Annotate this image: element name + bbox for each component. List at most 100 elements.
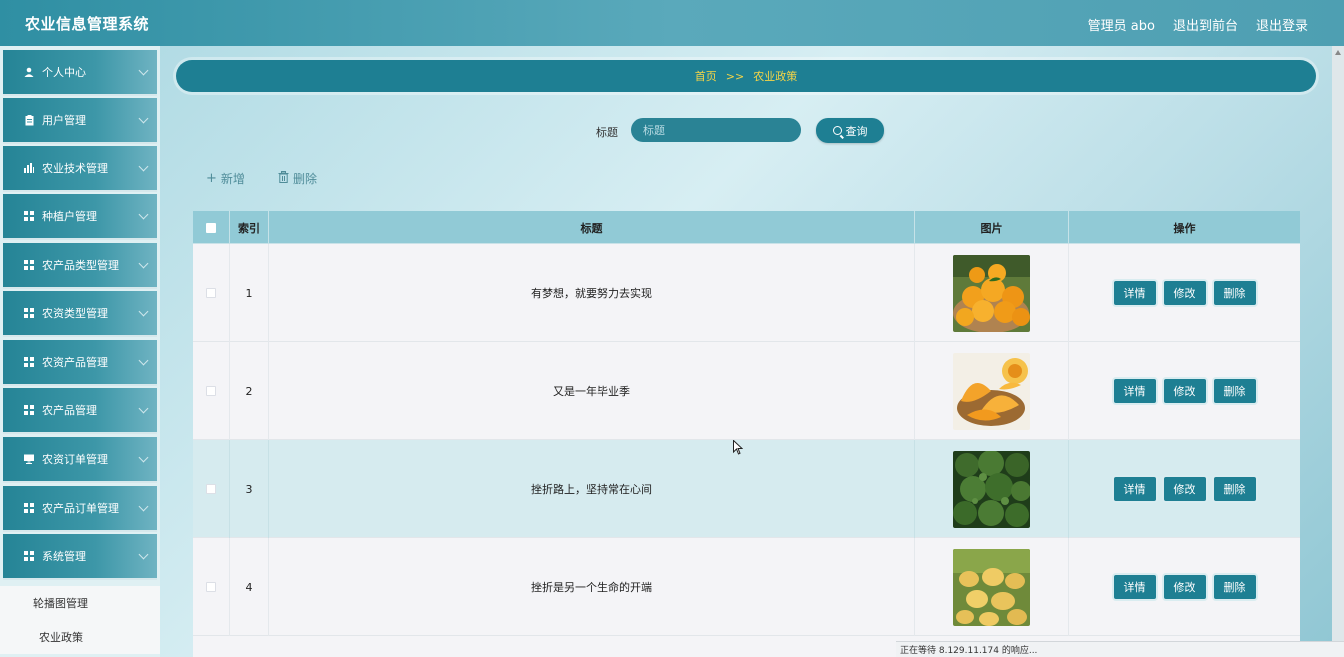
bar-chart-icon [23,162,35,174]
row-title: 挫折是另一个生命的开端 [269,538,915,636]
row-checkbox[interactable] [206,386,216,396]
add-button[interactable]: + 新增 [206,170,245,187]
detail-button[interactable]: 详情 [1113,379,1156,403]
edit-button[interactable]: 修改 [1163,379,1206,403]
row-actions: 详情 修改 删除 [1069,342,1300,440]
sidebar-item-user-management[interactable]: 用户管理 [3,98,157,144]
sidebar-item-label: 用户管理 [42,114,86,127]
breadcrumb-current: 农业政策 [753,70,798,83]
potatoes-image [953,548,1030,626]
chevron-down-icon [138,403,149,414]
edit-button[interactable]: 修改 [1163,477,1206,501]
trash-icon [278,170,289,187]
user-icon [23,66,35,78]
data-table: 索引 标题 图片 操作 1 有梦想，就要努力去实现 详情 修改 删除 2 又是一… [193,211,1300,657]
sidebar-item-label: 种植户管理 [42,210,97,223]
sidebar-item-supply-product[interactable]: 农资产品管理 [3,340,157,386]
submenu-item-agri-policy[interactable]: 农业政策 [0,620,160,654]
mouse-cursor-icon [733,439,744,458]
row-index: 3 [230,440,269,538]
delete-button[interactable]: 删除 [1213,281,1256,305]
sidebar-item-label: 个人中心 [42,66,86,79]
sidebar-item-supply-order[interactable]: 农资订单管理 [3,437,157,483]
row-checkbox[interactable] [206,288,216,298]
sidebar-item-product-order[interactable]: 农产品订单管理 [3,486,157,532]
sidebar-item-product[interactable]: 农产品管理 [3,388,157,434]
submenu-item-label: 轮播图管理 [33,597,88,610]
breadcrumb-home[interactable]: 首页 [695,68,717,84]
column-header-actions: 操作 [1173,221,1196,235]
row-index: 2 [230,342,269,440]
sidebar-item-product-type[interactable]: 农产品类型管理 [3,243,157,289]
chevron-down-icon [138,258,149,269]
delete-button[interactable]: 删除 [1213,575,1256,599]
scroll-up-arrow-icon[interactable] [1335,50,1341,55]
search-icon [832,126,842,135]
search-label: 标题 [596,126,618,139]
grid-icon [23,307,35,319]
sidebar-item-label: 农资类型管理 [42,307,108,320]
edit-button[interactable]: 修改 [1163,575,1206,599]
sidebar-item-system[interactable]: 系统管理 [3,534,157,580]
top-links: 管理员 abo 退出到前台 退出登录 [1088,15,1308,34]
row-actions: 详情 修改 删除 [1069,538,1300,636]
breadcrumb-separator: >> [725,69,745,83]
clipboard-icon [23,114,35,126]
grid-icon [23,210,35,222]
search-button[interactable]: 查询 [816,118,884,143]
detail-button[interactable]: 详情 [1113,477,1156,501]
search-button-label: 查询 [845,124,868,138]
row-index: 1 [230,244,269,342]
search-input[interactable] [631,118,801,142]
grid-icon [23,404,35,416]
sidebar-item-label: 农资产品管理 [42,356,108,369]
app-title: 农业信息管理系统 [25,15,150,33]
status-text: 正在等待 8.129.11.174 的响应... [900,646,1038,656]
select-all-checkbox[interactable] [206,222,216,233]
chevron-down-icon [138,501,149,512]
page-scrollbar[interactable] [1332,46,1344,657]
grid-icon [23,502,35,514]
oranges-image [953,254,1030,332]
chevron-down-icon [138,355,149,366]
detail-button[interactable]: 详情 [1113,281,1156,305]
grid-icon [23,356,35,368]
sidebar-item-personal-center[interactable]: 个人中心 [3,50,157,96]
delete-button[interactable]: 删除 [1213,379,1256,403]
table-header: 索引 标题 图片 操作 [193,211,1300,244]
delete-button[interactable]: 删除 [1213,477,1256,501]
submenu-item-carousel[interactable]: 轮播图管理 [0,586,160,620]
logout-link[interactable]: 退出登录 [1256,15,1308,34]
grid-icon [23,550,35,562]
row-title: 挫折路上，坚持常在心间 [269,440,915,538]
chevron-down-icon [138,113,149,124]
row-actions: 详情 修改 删除 [1069,244,1300,342]
sidebar-item-supply-type[interactable]: 农资类型管理 [3,291,157,337]
broccoli-image [953,450,1030,528]
sidebar-item-agri-tech[interactable]: 农业技术管理 [3,146,157,192]
batch-delete-button[interactable]: 删除 [278,170,317,187]
chevron-down-icon [138,306,149,317]
plus-icon: + [206,171,217,186]
row-title: 有梦想，就要努力去实现 [269,244,915,342]
row-select-cell [193,342,230,440]
breadcrumb: 首页 >> 农业政策 [176,60,1316,92]
row-checkbox[interactable] [206,582,216,592]
detail-button[interactable]: 详情 [1113,575,1156,599]
browser-status-bar: 正在等待 8.129.11.174 的响应... [896,641,1344,657]
row-image-cell [915,440,1069,538]
sidebar-item-label: 农业技术管理 [42,162,108,175]
row-checkbox[interactable] [206,484,216,494]
exit-to-front-link[interactable]: 退出到前台 [1173,15,1238,34]
column-header-title: 标题 [269,211,915,244]
row-actions: 详情 修改 删除 [1069,440,1300,538]
sidebar-item-label: 农产品管理 [42,404,97,417]
select-all-cell [193,211,230,244]
edit-button[interactable]: 修改 [1163,281,1206,305]
row-select-cell [193,244,230,342]
sidebar-item-label: 农产品订单管理 [42,502,119,515]
table-row: 3 挫折路上，坚持常在心间 详情 修改 删除 [193,440,1300,538]
batch-delete-label: 删除 [293,172,318,186]
sidebar-item-grower[interactable]: 种植户管理 [3,194,157,240]
user-menu[interactable]: 管理员 abo [1088,15,1155,34]
